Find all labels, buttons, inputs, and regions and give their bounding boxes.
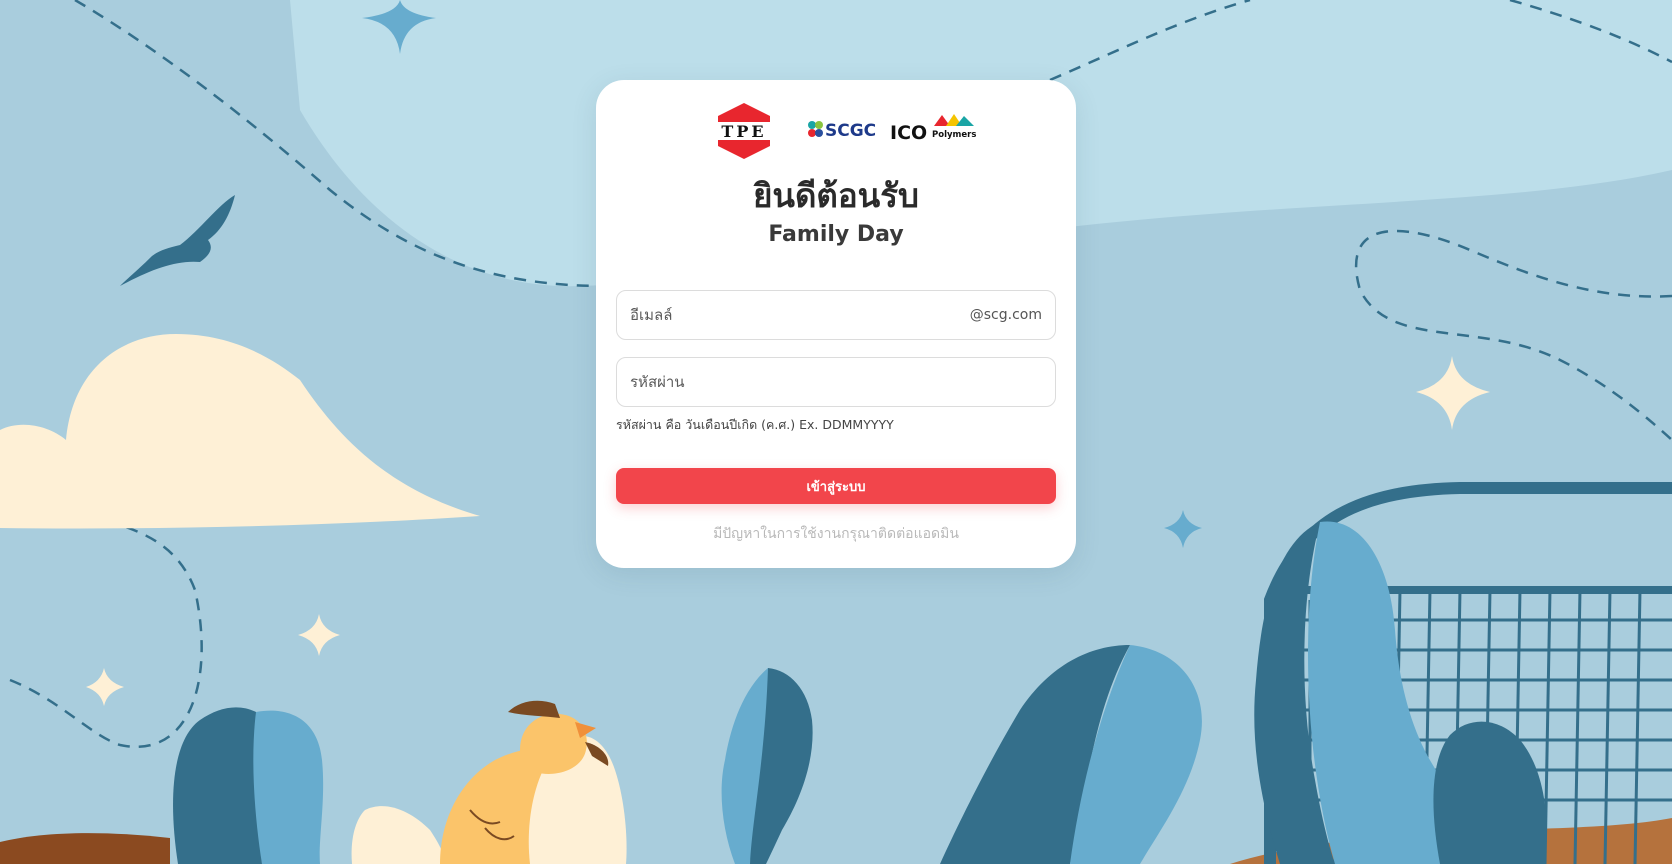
contact-admin-link[interactable]: มีปัญหาในการใช้งานกรุณาติดต่อแอดมิน [596, 524, 1076, 544]
login-card: TPE SCGC ICO Polymers ยินดีต้อนรับ Famil… [596, 80, 1076, 568]
tpe-logo: TPE [717, 103, 771, 159]
svg-text:SCGC: SCGC [825, 121, 876, 141]
logo-row: TPE SCGC ICO Polymers [596, 102, 1076, 160]
svg-text:ICO: ICO [890, 122, 927, 144]
ground [0, 833, 170, 864]
email-domain-suffix: @scg.com [969, 307, 1042, 323]
email-field: @scg.com [616, 290, 1056, 340]
sparkle-icon [1164, 510, 1202, 548]
dashed-path-bottom-left [9, 523, 203, 748]
password-hint: รหัสผ่าน คือ วันเดือนปีเกิด (ค.ศ.) Ex. D… [616, 417, 894, 432]
welcome-title: ยินดีต้อนรับ [753, 176, 919, 215]
hen-icon [351, 700, 627, 864]
sparkle-icon [1416, 356, 1490, 430]
bird-icon [120, 195, 235, 286]
scgc-logo: SCGC [808, 121, 876, 141]
event-subtitle: Family Day [768, 222, 904, 247]
password-input[interactable] [630, 358, 1040, 406]
dashed-path-right-loop [1354, 229, 1672, 441]
plant-icon [1433, 721, 1547, 864]
cloud-icon [0, 334, 480, 529]
password-field [616, 357, 1056, 407]
login-button[interactable]: เข้าสู่ระบบ [616, 468, 1056, 504]
plant-icon [173, 707, 262, 864]
sparkle-icon [86, 668, 124, 706]
svg-text:Polymers: Polymers [932, 130, 976, 140]
login-page: TPE SCGC ICO Polymers ยินดีต้อนรับ Famil… [0, 0, 1672, 864]
svg-text:TPE: TPE [721, 122, 766, 141]
sparkle-icon [298, 614, 340, 656]
plant-icon [253, 710, 324, 864]
ico-polymers-logo: ICO Polymers [890, 114, 976, 144]
email-input[interactable] [630, 291, 960, 339]
